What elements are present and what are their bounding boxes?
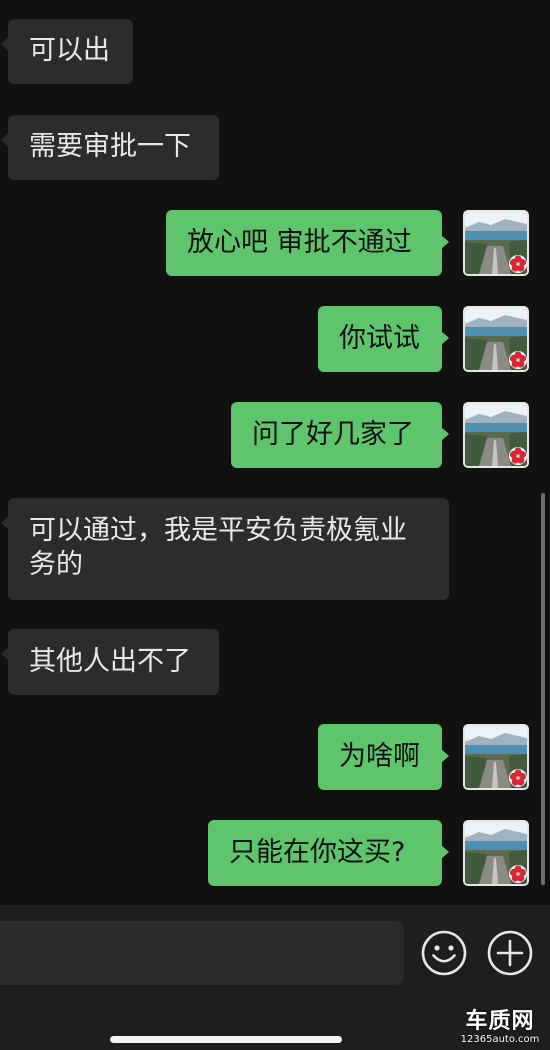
message-text: 你试试 <box>339 323 420 354</box>
bubble-tail <box>441 331 449 345</box>
outgoing-message-bubble[interactable]: 放心吧 审批不通过 <box>166 210 449 276</box>
scrollbar[interactable] <box>541 493 545 885</box>
message-text: 其他人出不了 <box>29 646 191 677</box>
avatar-landscape-icon <box>465 308 527 370</box>
watermark-logo: 车质网 <box>465 1009 535 1034</box>
outgoing-message-bubble[interactable]: 问了好几家了 <box>231 402 449 468</box>
avatar[interactable] <box>463 210 529 276</box>
message-text: 需要审批一下 <box>29 131 191 162</box>
avatar[interactable] <box>463 306 529 372</box>
chat-screen: 可以出 需要审批一下 放心吧 审批不通过 你试试 问了好几家了 可以通过，我是平… <box>0 0 550 1050</box>
outgoing-message-bubble[interactable]: 只能在你这买? <box>208 820 449 886</box>
bubble-tail <box>1 37 9 51</box>
message-text: 问了好几家了 <box>252 419 414 450</box>
bubble-tail <box>441 235 449 249</box>
bubble-tail <box>441 749 449 763</box>
bubble-tail <box>441 427 449 441</box>
watermark: 车质网 12365auto.com <box>454 1010 546 1048</box>
watermark-url: 12365auto.com <box>460 1034 540 1045</box>
message-text: 可以出 <box>29 35 110 66</box>
input-bar: 车质网 12365auto.com <box>0 905 550 1050</box>
smiley-face-icon <box>421 930 467 976</box>
message-list[interactable]: 可以出 需要审批一下 放心吧 审批不通过 你试试 问了好几家了 可以通过，我是平… <box>0 0 550 905</box>
outgoing-message-bubble[interactable]: 你试试 <box>318 306 449 372</box>
avatar-landscape-icon <box>465 404 527 466</box>
home-indicator[interactable] <box>110 1036 342 1043</box>
bubble-tail <box>441 845 449 859</box>
emoji-button[interactable] <box>420 929 468 977</box>
bubble-tail <box>1 133 9 147</box>
avatar-landscape-icon <box>465 822 527 884</box>
bubble-tail <box>1 647 9 661</box>
plus-circle-icon <box>487 930 533 976</box>
avatar[interactable] <box>463 724 529 790</box>
incoming-message-bubble[interactable]: 需要审批一下 <box>1 115 219 180</box>
plus-button[interactable] <box>486 929 534 977</box>
avatar-landscape-icon <box>465 726 527 788</box>
incoming-message-bubble[interactable]: 其他人出不了 <box>1 629 219 695</box>
message-text: 放心吧 审批不通过 <box>187 227 412 258</box>
outgoing-message-bubble[interactable]: 为啥啊 <box>318 724 449 790</box>
message-text: 可以通过，我是平安负责极氪业 务的 <box>29 515 407 580</box>
incoming-message-bubble[interactable]: 可以出 <box>1 19 133 84</box>
avatar[interactable] <box>463 402 529 468</box>
incoming-message-bubble[interactable]: 可以通过，我是平安负责极氪业 务的 <box>1 498 449 600</box>
message-text: 为啥啊 <box>339 741 420 772</box>
message-text: 只能在你这买? <box>229 837 406 868</box>
avatar[interactable] <box>463 820 529 886</box>
message-input[interactable] <box>0 921 404 985</box>
bubble-tail <box>1 516 9 530</box>
avatar-landscape-icon <box>465 212 527 274</box>
